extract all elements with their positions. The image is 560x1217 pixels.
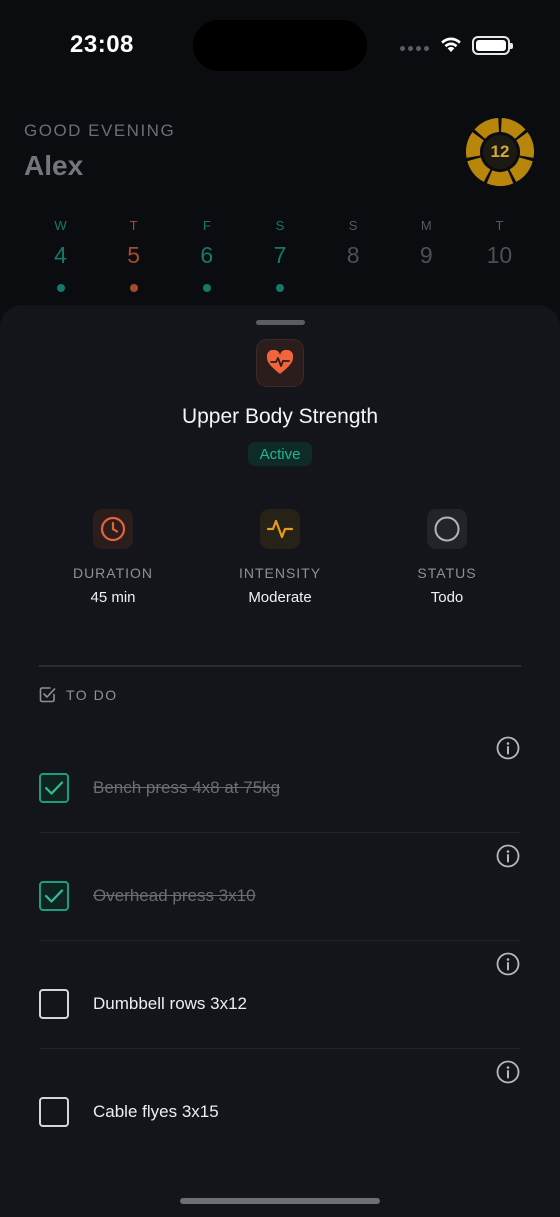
activity-icon [260,509,300,549]
calendar-day[interactable]: M9 [390,218,463,292]
stat-value: 45 min [90,589,136,606]
day-letter: S [275,218,285,233]
activity-dot [56,284,65,292]
cellular-signal-icon [400,46,429,51]
day-number: 10 [486,242,513,268]
task-row: Cable flyes 3x15 [39,1049,521,1157]
status-badge: Active [248,442,312,466]
task-checkbox[interactable] [39,989,69,1019]
task-label: Bench press 4x8 at 75kg [93,778,281,797]
day-letter: F [202,218,211,233]
workout-stats: DURATION 45 min INTENSITY Moderate STATU… [0,509,560,609]
calendar-day[interactable]: F6 [170,218,243,292]
stat-label: INTENSITY [238,565,322,581]
workout-detail-sheet: Upper Body Strength Active DURATION 45 m… [0,305,560,1217]
day-letter: T [495,218,504,233]
task-row: Dumbbell rows 3x12 [39,941,521,1049]
task-label: Overhead press 3x10 [93,886,256,905]
week-strip: W 4 T 5 F 6 S 7 S 8 M 9 T 10 [24,218,536,292]
status-time: 23:08 [70,31,134,58]
day-number: 5 [127,242,141,268]
checklist-icon [39,687,56,703]
section-divider [39,665,521,667]
user-name: Alex [24,150,84,181]
task-checkbox[interactable] [39,881,69,911]
app-screen: 23:08 GOOD EVENING Alex 12 W4T5F6S7S8M9T… [0,0,560,1217]
info-icon[interactable] [495,843,521,869]
day-number: 9 [419,242,433,268]
task-label: Cable flyes 3x15 [93,1102,219,1121]
todo-label: TO DO [66,686,118,703]
status-bar: 23:08 [0,0,560,90]
day-number: 6 [200,242,214,268]
calendar-day[interactable]: S7 [243,218,316,292]
greeting-text: GOOD EVENING [24,121,176,140]
home-indicator[interactable] [180,1198,380,1204]
task-label: Dumbbell rows 3x12 [93,994,248,1013]
dynamic-island [193,20,367,71]
activity-dot [275,284,284,292]
stat-value: Todo [430,589,464,606]
activity-dot [422,284,430,292]
task-checkbox[interactable] [39,1097,69,1127]
day-letter: S [348,218,358,233]
battery-icon [472,36,513,55]
todo-section-header: TO DO [39,686,118,703]
day-letter: T [129,218,138,233]
activity-dot [495,284,503,292]
stat-status: STATUS Todo [377,509,517,606]
wifi-icon [441,37,461,52]
stat-intensity: INTENSITY Moderate [210,509,350,606]
day-number: 7 [273,242,287,268]
task-checkbox[interactable] [39,773,69,803]
stat-label: DURATION [72,565,154,581]
circle-icon [427,509,467,549]
workout-title: Upper Body Strength [181,405,379,428]
streak-count: 12 [490,142,510,161]
day-letter: M [420,218,432,233]
clock-icon [93,509,133,549]
sheet-grabber[interactable] [256,320,305,325]
calendar-day[interactable]: S8 [317,218,390,292]
info-icon[interactable] [495,951,521,977]
activity-dot [202,284,211,292]
day-number: 4 [54,242,67,268]
day-number: 8 [346,242,360,268]
calendar-day[interactable]: T5 [97,218,170,292]
stat-duration: DURATION 45 min [43,509,183,606]
task-row: Overhead press 3x10 [39,833,521,941]
info-icon[interactable] [495,1059,521,1085]
calendar-day[interactable]: T 10 [463,218,536,292]
day-letter: W [54,218,67,233]
stat-label: STATUS [417,565,477,581]
activity-dot [349,284,357,292]
activity-dot [129,284,138,292]
info-icon[interactable] [495,735,521,761]
heart-pulse-icon [256,339,304,387]
task-row: Bench press 4x8 at 75kg [39,725,521,833]
calendar-day[interactable]: W4 [24,218,97,292]
stat-value: Moderate [248,589,312,606]
